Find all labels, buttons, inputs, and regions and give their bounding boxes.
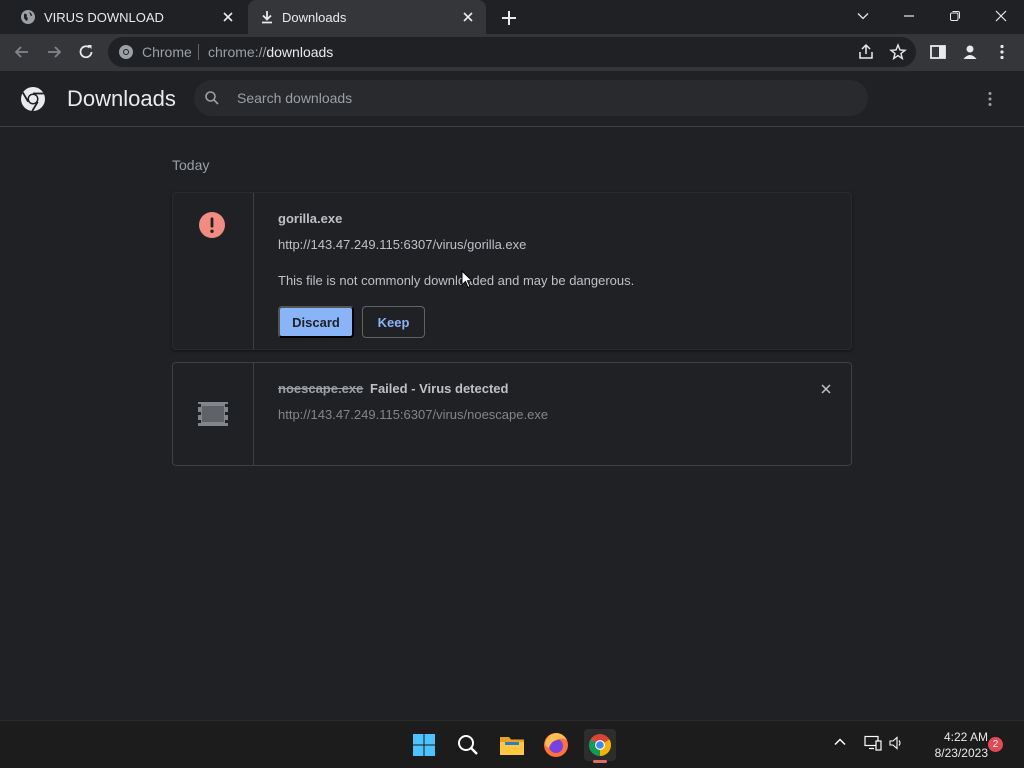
mouse-cursor-icon	[461, 270, 473, 289]
divider	[253, 193, 254, 349]
clock-date: 8/23/2023	[934, 746, 988, 760]
file-url[interactable]: http://143.47.249.115:6307/virus/noescap…	[278, 407, 548, 422]
clock-time: 4:22 AM	[943, 730, 988, 744]
file-name: noescape.exe	[278, 381, 364, 396]
forward-icon[interactable]	[44, 42, 64, 62]
active-app-indicator	[593, 760, 607, 763]
divider	[198, 44, 199, 60]
remove-item-icon[interactable]	[819, 382, 833, 396]
search-placeholder: Search downloads	[237, 90, 353, 106]
browser-menu-icon[interactable]	[992, 42, 1012, 62]
notification-badge[interactable]: 2	[988, 737, 1003, 752]
tab-strip: VIRUS DOWNLOAD Downloads	[0, 0, 1024, 34]
file-explorer-icon[interactable]	[496, 729, 528, 761]
system-clock[interactable]: 4:22 AM 8/23/2023	[910, 729, 988, 761]
tab-search-icon[interactable]	[840, 2, 886, 30]
downloads-header: Downloads Search downloads	[0, 71, 1024, 127]
windows-start-icon[interactable]	[408, 729, 440, 761]
tab-title: Downloads	[282, 9, 347, 25]
bookmark-star-icon[interactable]	[888, 42, 908, 62]
close-tab-icon[interactable]	[220, 9, 236, 25]
side-panel-icon[interactable]	[928, 42, 948, 62]
tab-downloads[interactable]: Downloads	[248, 0, 486, 34]
address-bar[interactable]: Chrome chrome://downloads	[108, 37, 916, 67]
more-actions-icon[interactable]	[980, 89, 1000, 109]
close-window-icon[interactable]	[978, 2, 1024, 30]
taskbar: 4:22 AM 8/23/2023	[0, 720, 1024, 768]
firefox-icon[interactable]	[540, 729, 572, 761]
download-item: noescape.exe Failed - Virus detected htt…	[172, 362, 852, 466]
secure-chip: Chrome	[142, 44, 192, 60]
search-icon	[204, 90, 220, 106]
danger-warning: This file is not commonly downloaded and…	[278, 273, 635, 288]
show-hidden-icons-icon[interactable]	[833, 735, 847, 749]
date-group-label: Today	[172, 157, 210, 173]
file-icon	[197, 401, 229, 427]
page-title: Downloads	[67, 86, 176, 111]
chrome-icon	[118, 44, 134, 60]
close-tab-icon[interactable]	[460, 9, 476, 25]
warning-icon	[197, 210, 227, 240]
discard-button[interactable]: Discard	[278, 306, 354, 338]
file-url[interactable]: http://143.47.249.115:6307/virus/gorilla…	[278, 237, 526, 252]
globe-icon	[20, 9, 36, 25]
volume-icon[interactable]	[888, 735, 904, 751]
new-tab-icon[interactable]	[498, 7, 520, 29]
tab-title: VIRUS DOWNLOAD	[44, 9, 164, 25]
download-status: Failed - Virus detected	[370, 381, 509, 396]
search-downloads-field[interactable]: Search downloads	[194, 80, 868, 116]
divider	[253, 363, 254, 465]
keep-button[interactable]: Keep	[362, 306, 425, 338]
browser-toolbar: Chrome chrome://downloads	[0, 34, 1024, 71]
download-icon	[260, 10, 274, 24]
share-icon[interactable]	[856, 42, 876, 62]
tab-virus-download[interactable]: VIRUS DOWNLOAD	[8, 0, 246, 34]
chrome-taskbar-icon[interactable]	[584, 729, 616, 763]
profile-icon[interactable]	[960, 42, 980, 62]
restore-icon[interactable]	[932, 2, 978, 30]
file-name[interactable]: gorilla.exe	[278, 211, 342, 226]
back-icon[interactable]	[12, 42, 32, 62]
reload-icon[interactable]	[76, 42, 96, 62]
network-icon[interactable]	[864, 735, 882, 751]
minimize-icon[interactable]	[886, 2, 932, 30]
download-item: gorilla.exe http://143.47.249.115:6307/v…	[172, 192, 852, 350]
url-text: chrome://downloads	[208, 44, 334, 60]
taskbar-search-icon[interactable]	[452, 729, 484, 761]
chrome-logo-icon	[20, 86, 46, 112]
